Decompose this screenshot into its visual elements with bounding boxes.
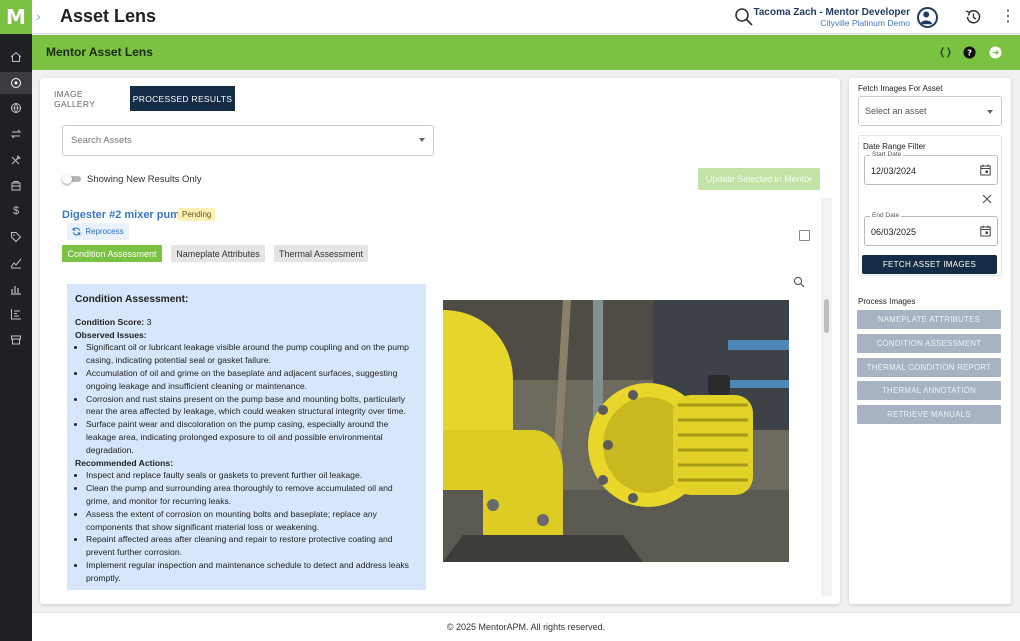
process-images-label: Process Images — [858, 297, 916, 306]
reprocess-label: Reprocess — [85, 227, 124, 236]
search-icon[interactable] — [734, 7, 754, 27]
start-date-label: Start Date — [870, 151, 904, 158]
observed-issues-heading: Observed Issues: — [75, 329, 147, 340]
mentor-logo[interactable]: M — [0, 0, 32, 34]
calendar-icon[interactable] — [980, 164, 991, 176]
retrieve-manuals-button[interactable]: RETRIEVE MANUALS — [857, 405, 1001, 424]
end-date-field[interactable]: End Date 06/03/2025 — [864, 212, 998, 246]
asset-select-value: Select an asset — [865, 106, 927, 116]
start-date-value: 12/03/2024 — [871, 166, 917, 176]
module-bar: Mentor Asset Lens ? — [32, 35, 1020, 70]
assessment-heading: Condition Assessment: — [75, 294, 189, 305]
new-results-toggle[interactable] — [62, 174, 82, 184]
tab-processed-results[interactable]: PROCESSED RESULTS — [130, 86, 235, 111]
help-icon[interactable]: ? — [962, 45, 976, 59]
actions-list: Inspect and replace faulty seals or gask… — [86, 469, 418, 584]
bar-chart-icon[interactable] — [0, 278, 32, 300]
search-assets-placeholder: Search Assets — [71, 135, 132, 146]
list-item: Clean the pump and surrounding area thor… — [86, 482, 418, 508]
calendar-icon[interactable] — [980, 225, 991, 237]
history-icon[interactable] — [964, 8, 982, 26]
left-nav-rail: M $ — [0, 0, 32, 641]
transfer-icon[interactable] — [0, 123, 32, 145]
list-chart-icon[interactable] — [0, 303, 32, 325]
tab-image-gallery[interactable]: IMAGE GALLERY — [54, 86, 124, 111]
condition-assessment-button[interactable]: CONDITION ASSESSMENT — [857, 334, 1001, 353]
app-header: › Asset Lens Tacoma Zach - Mentor Develo… — [32, 0, 1020, 34]
end-date-label: End Date — [870, 212, 902, 219]
select-checkbox[interactable] — [799, 230, 810, 241]
chevron-right-icon[interactable]: › — [36, 8, 41, 24]
clear-date-icon[interactable] — [982, 194, 992, 204]
module-title: Mentor Asset Lens — [46, 45, 153, 59]
asset-lens-icon[interactable] — [0, 72, 32, 94]
code-braces-icon[interactable] — [938, 45, 952, 59]
asset-select[interactable]: Select an asset — [858, 96, 1002, 126]
list-item: Repaint affected areas after cleaning an… — [86, 533, 418, 559]
list-item: Accumulation of oil and grime on the bas… — [86, 367, 418, 393]
list-item: Surface paint wear and discoloration on … — [86, 418, 418, 456]
start-date-field[interactable]: Start Date 12/03/2024 — [864, 151, 998, 185]
more-vert-icon[interactable]: ⋮ — [1000, 8, 1016, 26]
avatar[interactable] — [917, 7, 938, 28]
toggle-label: Showing New Results Only — [87, 174, 202, 185]
condition-assessment-card: Condition Assessment: Condition Score: 3… — [67, 284, 426, 590]
thermal-annotation-button[interactable]: THERMAL ANNOTATION — [857, 381, 1001, 400]
list-item: Assess the extent of corrosion on mounti… — [86, 508, 418, 534]
list-item: Implement regular inspection and mainten… — [86, 559, 418, 585]
inventory-icon[interactable] — [0, 175, 32, 197]
thermal-condition-report-button[interactable]: THERMAL CONDITION REPORT — [857, 358, 1001, 377]
chip-condition-assessment[interactable]: Condition Assessment — [62, 245, 162, 262]
svg-text:?: ? — [967, 47, 972, 57]
update-selected-button[interactable]: Update Selected in Mentor — [698, 168, 820, 190]
nameplate-attributes-button[interactable]: NAMEPLATE ATTRIBUTES — [857, 310, 1001, 329]
home-icon[interactable] — [0, 46, 32, 68]
list-item: Significant oil or lubricant leakage vis… — [86, 341, 418, 367]
caret-down-icon — [987, 110, 993, 114]
fetch-sidebar: Fetch Images For Asset Select an asset D… — [849, 78, 1011, 604]
caret-down-icon — [419, 138, 425, 142]
fetch-images-label: Fetch Images For Asset — [858, 84, 943, 93]
archive-icon[interactable] — [0, 329, 32, 351]
list-item: Inspect and replace faulty seals or gask… — [86, 469, 418, 482]
issues-list: Significant oil or lubricant leakage vis… — [86, 341, 418, 456]
condition-score: Condition Score: 3 — [75, 316, 152, 327]
asset-photo[interactable] — [443, 300, 789, 562]
analytics-icon[interactable] — [0, 252, 32, 274]
globe-icon[interactable] — [0, 97, 32, 119]
status-badge: Pending — [178, 208, 216, 221]
page-title: Asset Lens — [60, 6, 157, 26]
exit-icon[interactable] — [988, 45, 1002, 59]
reprocess-button[interactable]: Reprocess — [67, 223, 129, 240]
search-assets-select[interactable]: Search Assets — [62, 125, 434, 156]
chip-nameplate-attributes[interactable]: Nameplate Attributes — [171, 245, 265, 262]
footer: © 2025 MentorAPM. All rights reserved. — [32, 612, 1020, 641]
zoom-icon[interactable] — [793, 276, 805, 288]
user-name: Tacoma Zach - Mentor Developer — [753, 7, 910, 18]
tools-icon[interactable] — [0, 149, 32, 171]
tag-icon[interactable] — [0, 226, 32, 248]
dollar-icon[interactable]: $ — [0, 200, 32, 222]
list-item: Corrosion and rust stains present on the… — [86, 393, 418, 419]
chip-thermal-assessment[interactable]: Thermal Assessment — [274, 245, 368, 262]
fetch-asset-images-button[interactable]: FETCH ASSET IMAGES — [862, 255, 997, 274]
end-date-value: 06/03/2025 — [871, 227, 917, 237]
scrollbar-track[interactable] — [821, 198, 832, 596]
refresh-icon — [73, 227, 81, 236]
asset-name-link[interactable]: Digester #2 mixer pump — [62, 209, 187, 221]
user-org: Cityville Platinum Demo — [820, 18, 910, 28]
user-info[interactable]: Tacoma Zach - Mentor Developer Cityville… — [753, 7, 910, 29]
scrollbar-thumb[interactable] — [824, 299, 829, 333]
results-panel: IMAGE GALLERY PROCESSED RESULTS Search A… — [40, 78, 840, 604]
date-range-label: Date Range Filter — [863, 142, 926, 151]
recommended-actions-heading: Recommended Actions: — [75, 457, 174, 468]
